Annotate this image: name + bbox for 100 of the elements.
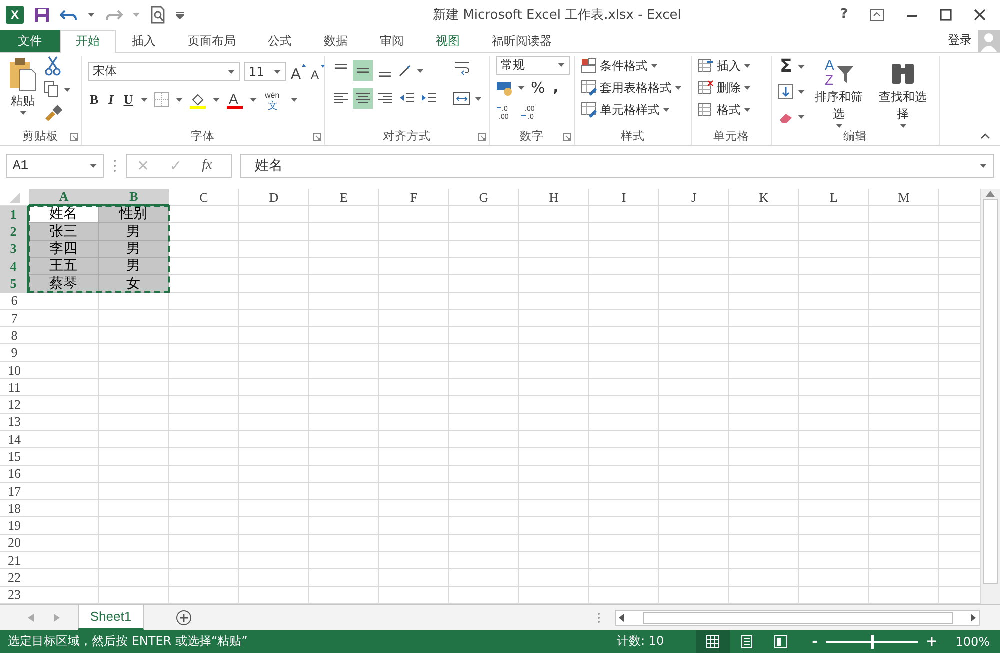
align-middle-button[interactable]: [353, 60, 373, 82]
row-header[interactable]: 12: [0, 396, 29, 414]
undo-icon[interactable]: [60, 8, 78, 22]
formula-field[interactable]: 姓名: [240, 154, 994, 178]
ribbon-tab[interactable]: 数据: [308, 30, 364, 52]
name-box[interactable]: A1: [6, 154, 104, 178]
zoom-out-button[interactable]: -: [808, 634, 822, 650]
caret-icon[interactable]: [836, 124, 843, 128]
style-menu-button[interactable]: 套用表格格式: [581, 78, 682, 99]
save-icon[interactable]: [34, 6, 50, 23]
caret-icon[interactable]: [744, 108, 751, 112]
wrap-text-icon[interactable]: [453, 60, 471, 78]
row-header[interactable]: 4: [0, 258, 29, 276]
horizontal-scrollbar[interactable]: [615, 610, 980, 626]
scissors-icon[interactable]: [44, 56, 62, 76]
ribbon-tab[interactable]: 审阅: [364, 30, 420, 52]
ribbon-tab[interactable]: 福昕阅读器: [476, 30, 568, 52]
row-header[interactable]: 22: [0, 569, 29, 587]
dialog-launcher-icon[interactable]: [478, 132, 486, 141]
caret-icon[interactable]: [228, 70, 235, 74]
print-preview-icon[interactable]: [150, 6, 166, 24]
row-header[interactable]: 19: [0, 518, 29, 535]
scroll-thumb[interactable]: [983, 198, 998, 584]
sheet-tab[interactable]: Sheet1: [78, 604, 144, 630]
sort-filter-button[interactable]: A Z 排序和筛选: [809, 56, 870, 128]
row-header[interactable]: 1: [0, 206, 29, 224]
ribbon-tab[interactable]: 页面布局: [172, 30, 252, 52]
caret-icon[interactable]: [176, 98, 184, 102]
column-header[interactable]: F: [379, 188, 449, 206]
comma-button[interactable]: ,: [551, 78, 561, 98]
row-header[interactable]: 16: [0, 466, 29, 483]
caret-icon[interactable]: [663, 108, 670, 112]
caret-icon[interactable]: [291, 98, 298, 102]
file-tab[interactable]: 文件: [0, 30, 60, 52]
column-header[interactable]: C: [169, 188, 239, 206]
number-format-field[interactable]: 常规: [496, 56, 570, 75]
column-header[interactable]: E: [309, 188, 379, 206]
row-header[interactable]: 8: [0, 327, 29, 345]
column-header[interactable]: I: [589, 188, 659, 206]
caret-icon[interactable]: [475, 96, 482, 101]
bold-button[interactable]: B: [88, 90, 101, 110]
insert-function-button[interactable]: fx: [202, 158, 212, 174]
row-header[interactable]: 15: [0, 448, 29, 466]
underline-button[interactable]: U: [122, 90, 136, 110]
column-header[interactable]: J: [659, 188, 729, 206]
column-header[interactable]: M: [869, 188, 939, 206]
caret-icon[interactable]: [744, 64, 751, 68]
caret-icon[interactable]: [274, 70, 281, 74]
row-header[interactable]: 21: [0, 552, 29, 570]
merge-center-icon[interactable]: [453, 90, 471, 107]
caret-icon[interactable]: [651, 64, 658, 68]
row-header[interactable]: 11: [0, 379, 29, 396]
font-size-field[interactable]: 11: [244, 62, 286, 82]
phonetic-guide-icon[interactable]: wén 文: [263, 90, 286, 110]
zoom-in-button[interactable]: +: [922, 634, 942, 650]
row-header[interactable]: 5: [0, 275, 29, 293]
dialog-launcher-icon[interactable]: [313, 132, 321, 141]
row-header[interactable]: 20: [0, 534, 29, 552]
column-header[interactable]: L: [799, 188, 869, 206]
caret-icon[interactable]: [90, 164, 97, 168]
fill-down-icon[interactable]: [778, 84, 794, 100]
caret-icon[interactable]: [980, 164, 987, 168]
caret-icon[interactable]: [141, 98, 148, 102]
copy-icon[interactable]: [44, 80, 60, 99]
row-header[interactable]: 2: [0, 223, 29, 241]
ribbon-tab[interactable]: 公式: [252, 30, 308, 52]
row-header[interactable]: 14: [0, 431, 29, 448]
caret-icon[interactable]: [798, 64, 806, 69]
find-select-button[interactable]: 查找和选择: [873, 56, 933, 128]
zoom-thumb[interactable]: [870, 634, 874, 648]
style-menu-button[interactable]: 单元格样式: [581, 100, 682, 121]
caret-icon[interactable]: [20, 110, 26, 115]
italic-button[interactable]: I: [106, 90, 116, 110]
help-button[interactable]: ?: [840, 7, 848, 22]
close-icon[interactable]: [974, 8, 986, 21]
row-header[interactable]: 9: [0, 344, 29, 362]
caret-icon[interactable]: [213, 98, 220, 102]
ribbon-tab[interactable]: 插入: [116, 30, 172, 52]
collapse-ribbon-icon[interactable]: [981, 132, 990, 139]
brush-icon[interactable]: [44, 104, 62, 122]
dialog-launcher-icon[interactable]: [70, 132, 78, 141]
caret-icon[interactable]: [675, 86, 682, 90]
row-header[interactable]: 6: [0, 292, 29, 310]
caret-icon[interactable]: [558, 63, 565, 68]
column-header[interactable]: K: [729, 188, 799, 206]
row-header[interactable]: 18: [0, 500, 29, 518]
row-header[interactable]: 7: [0, 310, 29, 328]
autosum-button[interactable]: Σ: [778, 56, 794, 77]
row-header[interactable]: 17: [0, 482, 29, 500]
currency-icon[interactable]: [496, 80, 514, 96]
cells-menu-button[interactable]: 格式: [698, 100, 751, 121]
view-normal-button[interactable]: [696, 630, 730, 653]
ribbon-tab[interactable]: 视图: [420, 30, 476, 52]
caret-icon[interactable]: [250, 98, 258, 102]
caret-icon[interactable]: [744, 86, 751, 90]
customize-icon[interactable]: [176, 10, 184, 19]
column-header[interactable]: A: [29, 188, 99, 206]
align-center-button[interactable]: [353, 88, 373, 110]
percent-button[interactable]: %: [529, 78, 548, 98]
ribbon-options-icon[interactable]: [870, 8, 884, 21]
